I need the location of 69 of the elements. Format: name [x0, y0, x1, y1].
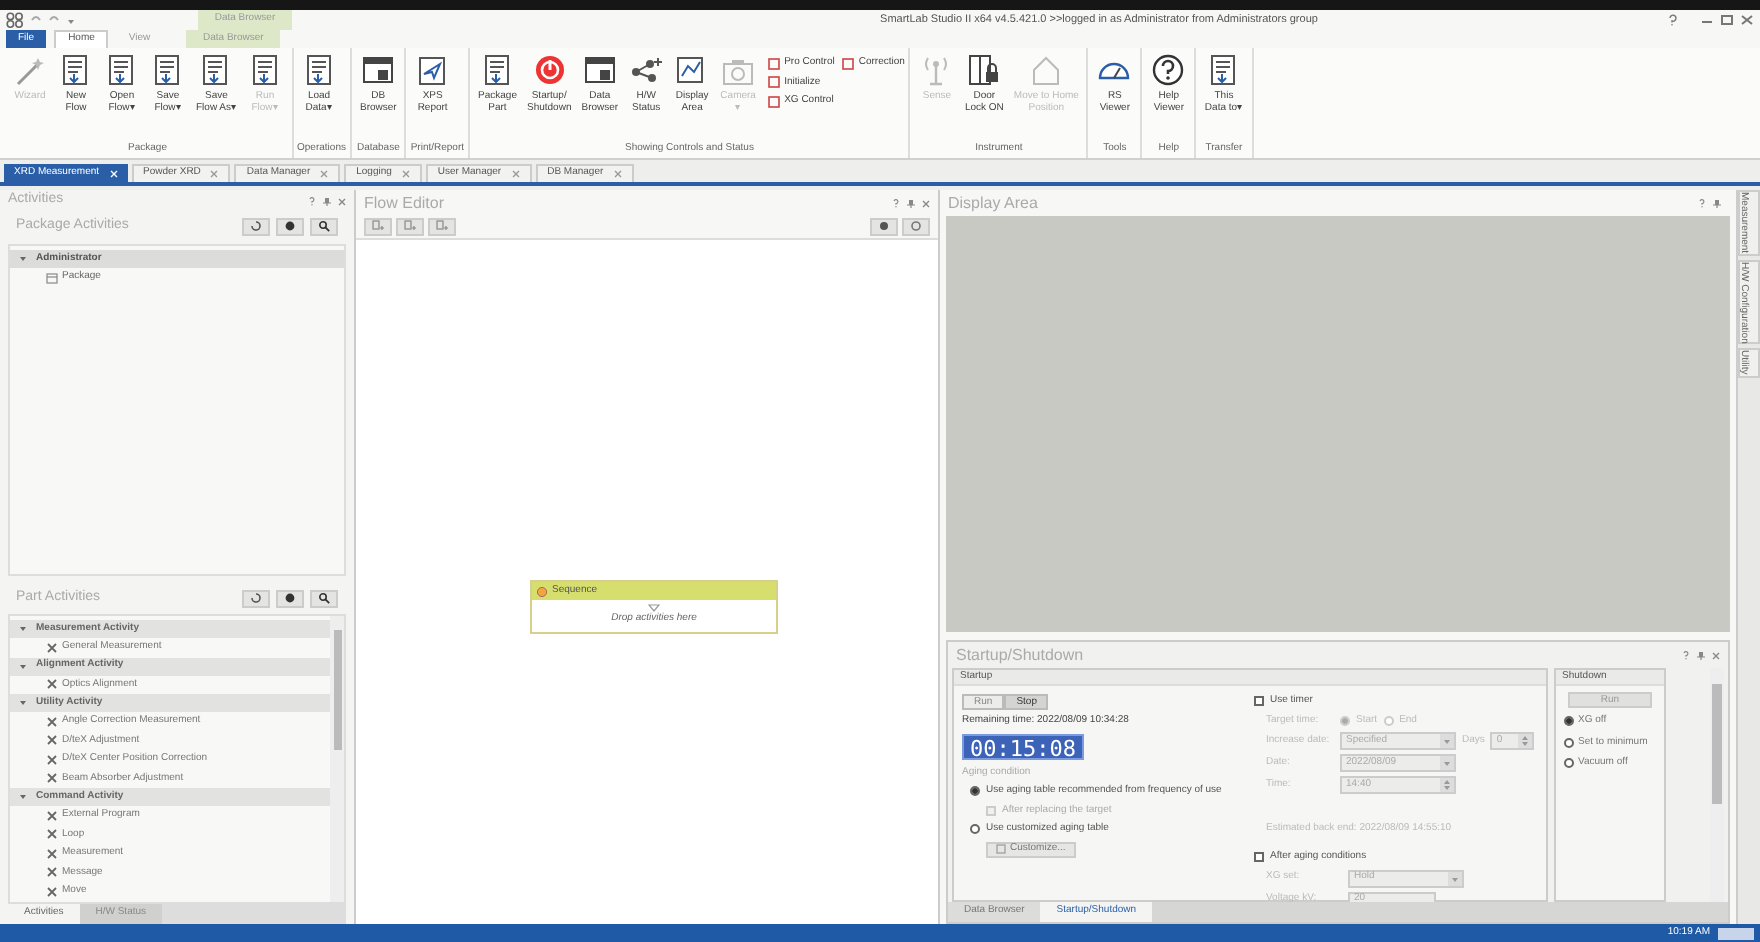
panel-title: Flow Editor [364, 191, 447, 215]
radio-button[interactable] [970, 824, 980, 835]
scrollbar[interactable] [330, 616, 344, 902]
window-icon [581, 54, 618, 86]
pin-icon[interactable] [1696, 650, 1706, 660]
camera-icon [720, 54, 757, 86]
refresh-icon [250, 220, 262, 232]
toolbar-button[interactable] [242, 217, 270, 235]
checkbox[interactable] [1254, 852, 1264, 863]
caret-icon[interactable] [66, 15, 76, 25]
close-icon[interactable] [922, 199, 930, 207]
app-logo-icon[interactable] [6, 12, 24, 28]
package-icon [46, 271, 58, 283]
close-icon[interactable] [1740, 14, 1754, 26]
collapse-arrow-icon[interactable] [18, 661, 28, 671]
checkbox[interactable] [1254, 696, 1264, 707]
close-icon[interactable] [1712, 651, 1720, 659]
toolbar-button[interactable] [870, 217, 898, 235]
toolbar-button[interactable] [276, 589, 304, 607]
panel-title: Display Area [948, 191, 1040, 215]
add-activity-icon [372, 220, 384, 232]
add-activity-icon [404, 220, 416, 232]
refresh-icon [250, 592, 262, 604]
help-icon[interactable] [892, 198, 900, 208]
toolbar-button[interactable] [276, 217, 304, 235]
search-icon [318, 592, 330, 604]
pin-icon[interactable] [322, 196, 332, 206]
help-icon[interactable] [308, 196, 316, 206]
caret-icon [1448, 871, 1462, 885]
window-icon [360, 54, 397, 86]
table-icon [996, 844, 1006, 854]
wand-icon [12, 54, 48, 86]
close-icon[interactable] [338, 197, 346, 205]
radio-button[interactable] [970, 786, 980, 797]
timer-display: 00:15:08 [962, 733, 1084, 759]
spinner-icon [1518, 734, 1533, 748]
home-icon [1028, 54, 1065, 86]
radio-button[interactable] [1564, 716, 1574, 727]
maximize-icon[interactable] [1720, 14, 1734, 26]
help-icon [1150, 54, 1187, 86]
collapse-arrow-icon[interactable] [18, 698, 28, 708]
tray-badge [1718, 927, 1754, 939]
help-icon[interactable] [1666, 14, 1678, 26]
redo-icon[interactable] [48, 14, 60, 26]
help-icon[interactable] [1698, 198, 1706, 208]
help-icon[interactable] [1682, 650, 1690, 660]
collapse-arrow-icon[interactable] [18, 254, 28, 264]
collapse-arrow-icon[interactable] [18, 624, 28, 634]
paper-plane-icon [414, 54, 451, 86]
pin-icon[interactable] [906, 198, 916, 208]
caret-icon [1440, 734, 1454, 748]
power-icon [531, 54, 568, 86]
spinner-icon [1440, 778, 1454, 792]
pin-icon[interactable] [1712, 198, 1722, 208]
collapse-arrow-icon[interactable] [18, 792, 28, 802]
search-icon [318, 220, 330, 232]
radio-button[interactable] [1564, 737, 1574, 748]
network-icon [628, 54, 665, 86]
caret-icon [1440, 756, 1454, 770]
toolbar-button[interactable] [242, 589, 270, 607]
toolbar-button[interactable] [310, 589, 338, 607]
panel-title: Startup/Shutdown [956, 643, 1086, 667]
add-activity-icon [436, 220, 448, 232]
toolbar-button[interactable] [310, 217, 338, 235]
radio-button[interactable] [1564, 758, 1574, 769]
door-lock-icon [966, 54, 1003, 86]
drop-arrow-icon [648, 604, 660, 612]
sequence-icon [536, 585, 548, 597]
undo-icon[interactable] [30, 14, 42, 26]
